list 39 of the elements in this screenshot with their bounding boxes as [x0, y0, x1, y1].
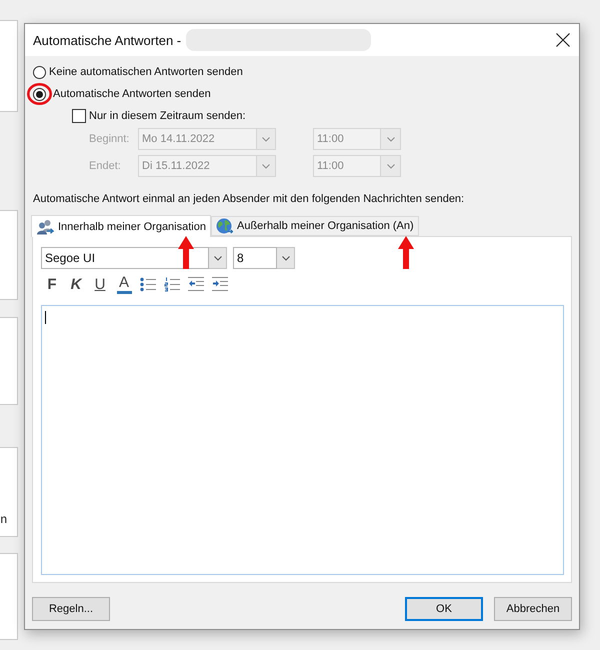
- chevron-down-icon: [282, 256, 290, 260]
- italic-button[interactable]: K: [64, 274, 88, 294]
- font-size-field[interactable]: 8: [233, 247, 277, 269]
- tab[interactable]: Außerhalb meiner Organisation (An): [210, 216, 419, 236]
- message-field[interactable]: [41, 305, 564, 575]
- dropdown-button[interactable]: [277, 247, 295, 269]
- checkbox-label: Nur in diesem Zeitraum senden:: [89, 110, 246, 122]
- radio-label: Automatische Antworten senden: [53, 88, 211, 100]
- date-label: Endet:: [89, 159, 122, 174]
- date-label: Beginnt:: [89, 132, 130, 147]
- chevron-down-icon: [386, 136, 394, 142]
- color-bar-icon: [116, 290, 132, 294]
- chevron-down-icon: [262, 164, 270, 168]
- instruction-text: Automatische Antwort einmal an jeden Absender mit den folgenden Nachrichten senden:: [33, 192, 466, 207]
- chevron-down-icon: [214, 256, 222, 260]
- chevron-down-icon: [262, 136, 270, 142]
- bold-button[interactable]: F: [40, 274, 64, 294]
- panel-text: n: [0, 512, 7, 526]
- window-title: Automatische Antworten -: [33, 32, 182, 48]
- dropdown-button[interactable]: [209, 247, 227, 269]
- close-icon: [556, 33, 570, 47]
- dialog-button[interactable]: Abbrechen: [494, 597, 572, 621]
- font-color-button[interactable]: A: [112, 274, 136, 294]
- checkbox[interactable]: [72, 109, 86, 123]
- bullet-list-icon: [140, 276, 156, 292]
- dialog-button[interactable]: Regeln...: [32, 597, 110, 621]
- tab[interactable]: Innerhalb meiner Organisation: [31, 215, 211, 237]
- people-icon: [36, 218, 54, 234]
- decrease-indent-icon: [188, 276, 204, 292]
- font-field[interactable]: Segoe UI: [41, 247, 209, 269]
- numbered-list-icon: [164, 276, 180, 292]
- increase-indent-icon: [212, 276, 228, 292]
- globe-icon: [216, 218, 233, 234]
- chevron-down-icon: [386, 164, 394, 168]
- radio-label: Keine automatischen Antworten senden: [49, 66, 243, 78]
- underline-button[interactable]: U: [88, 274, 112, 294]
- radio-button[interactable]: [33, 66, 46, 78]
- radio-button[interactable]: [33, 88, 46, 100]
- default-button[interactable]: OK: [405, 597, 483, 621]
